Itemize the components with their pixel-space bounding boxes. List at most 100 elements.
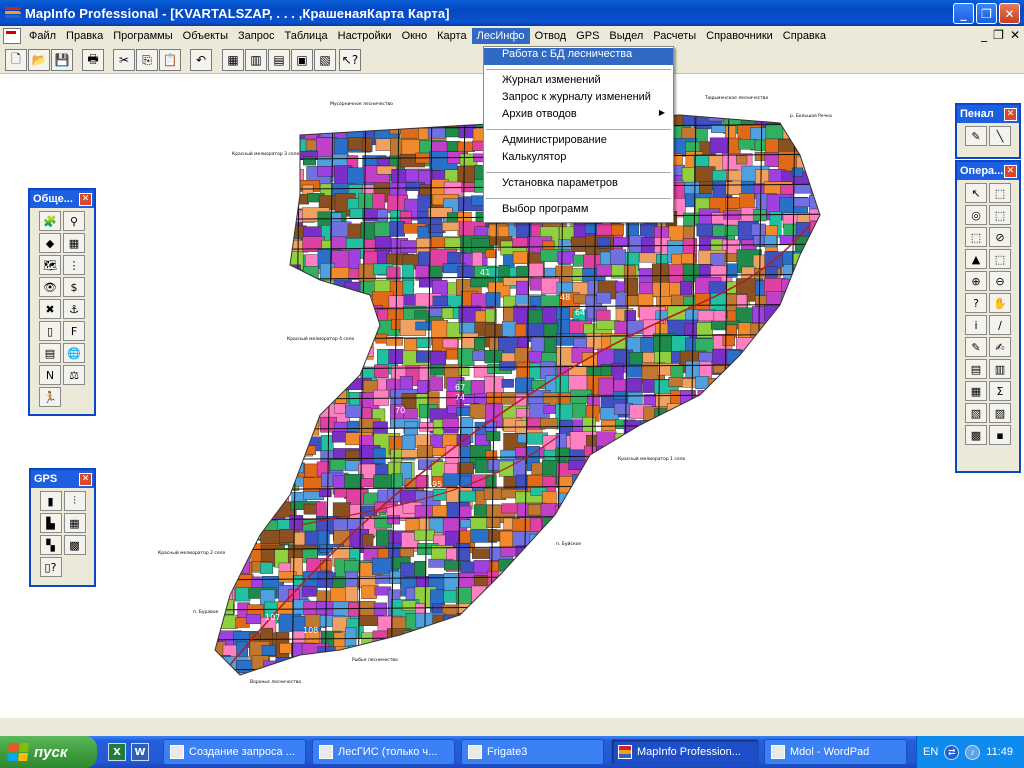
lesinfo-menu-item-0[interactable]: Работа с БД лесничества xyxy=(484,48,673,65)
general-tool-0[interactable]: 🧩 xyxy=(39,211,61,231)
help-pointer-button[interactable]: ↖? xyxy=(339,49,361,71)
new-layout-button[interactable]: ▣ xyxy=(291,49,313,71)
cut-button[interactable]: ✂ xyxy=(113,49,135,71)
operations-tool-2[interactable]: ◎ xyxy=(965,205,987,225)
maximize-button[interactable]: ❐ xyxy=(976,3,997,24)
operations-tool-17[interactable]: ▥ xyxy=(989,359,1011,379)
operations-tool-12[interactable]: i xyxy=(965,315,987,335)
new-mapper-button[interactable]: ▥ xyxy=(245,49,267,71)
menu-2[interactable]: Программы xyxy=(108,28,177,44)
operations-palette-close-button[interactable]: ✕ xyxy=(1004,164,1017,178)
save-button[interactable]: 💾 xyxy=(51,49,73,71)
menu-11[interactable]: GPS xyxy=(571,28,604,44)
operations-tool-11[interactable]: ✋ xyxy=(989,293,1011,313)
general-tool-11[interactable]: F xyxy=(63,321,85,341)
menu-5[interactable]: Таблица xyxy=(279,28,332,44)
new-browser-button[interactable]: ▦ xyxy=(222,49,244,71)
operations-tool-20[interactable]: ▧ xyxy=(965,403,987,423)
general-tool-12[interactable]: ▤ xyxy=(39,343,61,363)
operations-tool-15[interactable]: ✍ xyxy=(989,337,1011,357)
lesinfo-menu-item-3[interactable]: Запрос к журналу изменений xyxy=(484,91,673,108)
mdi-close-button[interactable]: ✕ xyxy=(1010,28,1020,42)
operations-tool-6[interactable]: ▲ xyxy=(965,249,987,269)
gps-tool-4[interactable]: ▚ xyxy=(39,535,62,555)
operations-tool-23[interactable]: ▪ xyxy=(989,425,1011,445)
mdi-minimize-button[interactable]: _ xyxy=(981,28,987,42)
general-tool-4[interactable]: 🗺 xyxy=(39,255,61,275)
menu-1[interactable]: Правка xyxy=(61,28,108,44)
gps-tool-0[interactable]: ▮ xyxy=(39,491,62,511)
general-tool-10[interactable]: ▯ xyxy=(39,321,61,341)
operations-tool-16[interactable]: ▤ xyxy=(965,359,987,379)
menu-9[interactable]: ЛесИнфо xyxy=(471,28,530,44)
lesinfo-menu-item-2[interactable]: Журнал изменений xyxy=(484,74,673,91)
general-palette[interactable]: Обще... ✕ 🧩 ⚲ ◆ ▦ 🗺 ⋮ 👁 $ ✖ ⚓ ▯ F ▤ 🌐 N ⚖ 🏃 xyxy=(28,188,96,416)
taskbar-button-wordpad[interactable]: Mdol - WordPad xyxy=(764,739,907,765)
menu-0[interactable]: Файл xyxy=(24,28,61,44)
general-tool-2[interactable]: ◆ xyxy=(39,233,61,253)
taskbar-button-frigate[interactable]: Frigate3 xyxy=(461,739,604,765)
operations-tool-18[interactable]: ▦ xyxy=(965,381,987,401)
general-tool-1[interactable]: ⚲ xyxy=(63,211,85,231)
gps-tool-3[interactable]: ▦ xyxy=(63,513,86,533)
general-tool-13[interactable]: 🌐 xyxy=(63,343,85,363)
operations-tool-3[interactable]: ⬚ xyxy=(989,205,1011,225)
general-tool-6[interactable]: 👁 xyxy=(39,277,61,297)
menu-4[interactable]: Запрос xyxy=(233,28,279,44)
gps-tool-2[interactable]: ▙ xyxy=(39,513,62,533)
menu-10[interactable]: Отвод xyxy=(530,28,572,44)
start-button[interactable]: пуск xyxy=(0,736,97,768)
penal-tool-1[interactable]: ╲ xyxy=(989,126,1011,146)
general-tool-14[interactable]: N xyxy=(39,365,61,385)
operations-tool-0[interactable]: ↖ xyxy=(965,183,987,203)
operations-tool-5[interactable]: ⊘ xyxy=(989,227,1011,247)
lesinfo-menu-item-6[interactable]: Администрирование xyxy=(484,134,673,151)
penal-palette-close-button[interactable]: ✕ xyxy=(1004,107,1017,121)
operations-tool-4[interactable]: ⬚ xyxy=(965,227,987,247)
menu-6[interactable]: Настройки xyxy=(333,28,397,44)
general-tool-8[interactable]: ✖ xyxy=(39,299,61,319)
gps-tool-6[interactable]: ▯? xyxy=(39,557,62,577)
operations-tool-22[interactable]: ▩ xyxy=(965,425,987,445)
penal-palette[interactable]: Пенал ✕ ✎ ╲ xyxy=(955,103,1021,159)
mapinfo-app-icon[interactable] xyxy=(5,6,21,20)
menu-15[interactable]: Справка xyxy=(778,28,831,44)
taskbar-button-mapinfo[interactable]: MapInfo Profession... xyxy=(611,739,759,765)
gps-palette-close-button[interactable]: ✕ xyxy=(79,472,92,486)
open-button[interactable]: 📂 xyxy=(28,49,50,71)
operations-tool-19[interactable]: Σ xyxy=(989,381,1011,401)
title-bar[interactable]: MapInfo Professional - [KVARTALSZAP, . .… xyxy=(0,0,1024,26)
operations-tool-14[interactable]: ✎ xyxy=(965,337,987,357)
general-tool-3[interactable]: ▦ xyxy=(63,233,85,253)
excel-quicklaunch-icon[interactable]: X xyxy=(108,743,126,761)
volume-icon[interactable]: ♪ xyxy=(965,744,981,760)
operations-tool-21[interactable]: ▨ xyxy=(989,403,1011,423)
general-tool-7[interactable]: $ xyxy=(63,277,85,297)
new-button[interactable]: 🗋 xyxy=(5,49,27,71)
operations-tool-7[interactable]: ⬚ xyxy=(989,249,1011,269)
operations-tool-10[interactable]: ? xyxy=(965,293,987,313)
undo-button[interactable]: ↶ xyxy=(190,49,212,71)
language-indicator[interactable]: EN xyxy=(923,746,938,758)
menu-13[interactable]: Расчеты xyxy=(648,28,701,44)
word-quicklaunch-icon[interactable]: W xyxy=(131,743,149,761)
general-tool-9[interactable]: ⚓ xyxy=(63,299,85,319)
redistrict-button[interactable]: ▧ xyxy=(314,49,336,71)
gps-tool-5[interactable]: ▩ xyxy=(63,535,86,555)
lesinfo-menu-item-11[interactable]: Выбор программ xyxy=(484,203,673,220)
operations-palette[interactable]: Опера... ✕ ↖ ⬚ ◎ ⬚ ⬚ ⊘ ▲ ⬚ ⊕ ⊖? ✋ i ∕ ✎ ✍ ▤ ▥ ▦ Σ ▧ ▨ ▩ ▪ xyxy=(955,160,1021,473)
mdi-restore-button[interactable]: ❐ xyxy=(993,28,1004,42)
menu-3[interactable]: Объекты xyxy=(178,28,233,44)
paste-button[interactable]: 📋 xyxy=(159,49,181,71)
close-button[interactable]: ✕ xyxy=(999,3,1020,24)
gps-palette[interactable]: GPS ✕ ▮ ⫶ ▙ ▦ ▚ ▩ ▯? xyxy=(29,468,96,587)
penal-tool-0[interactable]: ✎ xyxy=(965,126,987,146)
copy-button[interactable]: ⎘ xyxy=(136,49,158,71)
general-tool-15[interactable]: ⚖ xyxy=(63,365,85,385)
lesinfo-menu-item-4[interactable]: Архив отводов ▶ xyxy=(484,108,673,125)
general-palette-close-button[interactable]: ✕ xyxy=(79,192,92,206)
menu-7[interactable]: Окно xyxy=(397,28,433,44)
taskbar-button-query[interactable]: Создание запроса ... xyxy=(163,739,306,765)
new-grapher-button[interactable]: ▤ xyxy=(268,49,290,71)
general-tool-16[interactable]: 🏃 xyxy=(39,387,61,407)
